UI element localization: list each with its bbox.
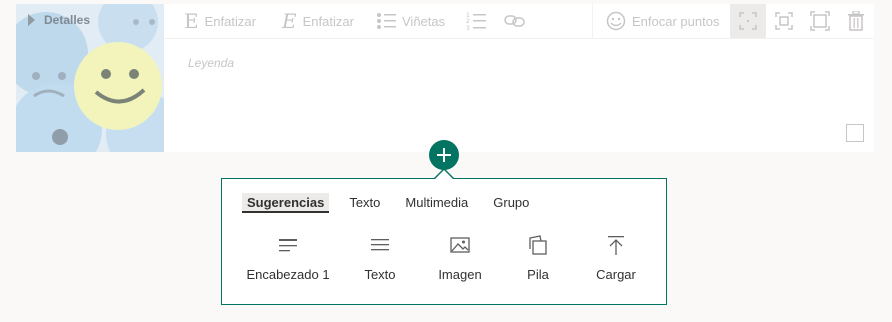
insert-heading-button[interactable]: Encabezado 1 (236, 233, 340, 282)
focus-points-label: Enfocar puntos (632, 13, 720, 29)
card-thumbnail-image[interactable]: Detalles (16, 4, 164, 152)
bold-button[interactable]: E Enfatizar (184, 4, 256, 38)
bullet-list-icon (377, 13, 396, 29)
insert-stack-label: Pila (527, 267, 549, 282)
expand-frame-icon (810, 11, 830, 31)
plus-icon (437, 148, 451, 162)
insert-upload-button[interactable]: Cargar (576, 233, 656, 282)
upload-icon (608, 236, 624, 255)
numbered-list-button[interactable]: 1 2 3 (466, 4, 486, 38)
tab-texto[interactable]: Texto (344, 193, 385, 213)
toolbar-divider (592, 4, 593, 38)
insert-stack-button[interactable]: Pila (500, 233, 576, 282)
tab-multimedia[interactable]: Multimedia (400, 193, 473, 213)
details-label: Detalles (44, 13, 91, 27)
crop-frame-icon (775, 12, 793, 30)
tab-grupo[interactable]: Grupo (488, 193, 534, 213)
trash-icon (848, 11, 864, 31)
svg-text:2: 2 (466, 18, 470, 25)
numbered-list-icon: 1 2 3 (466, 12, 486, 31)
link-button[interactable] (504, 4, 526, 38)
insert-tabs: Sugerencias Texto Multimedia Grupo (242, 193, 549, 213)
bold-label: Enfatizar (204, 13, 256, 29)
caption-field[interactable]: Leyenda (188, 56, 234, 70)
insert-panel: Sugerencias Texto Multimedia Grupo Encab… (221, 178, 667, 305)
fit-focus-button[interactable] (730, 4, 766, 38)
svg-text:3: 3 (466, 25, 470, 31)
focus-face-icon (606, 11, 626, 31)
link-icon (504, 15, 525, 27)
image-card: Detalles E Enfatizar E Enfatizar Viñetas… (16, 4, 874, 152)
text-icon (371, 239, 389, 251)
caption-toolbar: E Enfatizar E Enfatizar Viñetas 1 2 3 En… (164, 4, 874, 38)
focus-frame-icon (739, 12, 757, 30)
bullets-button[interactable]: Viñetas (376, 4, 445, 38)
italic-button[interactable]: E Enfatizar (282, 4, 354, 38)
insert-text-button[interactable]: Texto (340, 233, 420, 282)
heading-icon (279, 239, 297, 252)
expand-button[interactable] (802, 4, 838, 38)
bullets-label: Viñetas (402, 13, 446, 29)
select-checkbox[interactable] (846, 124, 864, 142)
expand-triangle-icon (28, 14, 35, 26)
italic-icon: E (282, 9, 297, 33)
crop-button[interactable] (766, 4, 802, 38)
add-section-button[interactable] (429, 140, 459, 170)
insert-text-label: Texto (364, 267, 396, 282)
delete-button[interactable] (838, 4, 874, 38)
image-icon (450, 237, 470, 253)
details-button[interactable]: Detalles (28, 11, 90, 29)
stack-icon (529, 235, 547, 255)
focus-points-button[interactable]: Enfocar puntos (606, 4, 719, 38)
bold-icon: E (184, 9, 199, 33)
insert-items: Encabezado 1 Texto Imagen Pila Cargar (236, 233, 656, 282)
insert-upload-label: Cargar (596, 267, 636, 282)
insert-image-label: Imagen (438, 267, 482, 282)
insert-image-button[interactable]: Imagen (420, 233, 500, 282)
panel-pointer-fill (435, 170, 453, 179)
italic-label: Enfatizar (302, 13, 354, 29)
toolbar-separator (164, 38, 874, 39)
tab-sugerencias[interactable]: Sugerencias (242, 193, 330, 213)
insert-heading-label: Encabezado 1 (246, 267, 330, 282)
